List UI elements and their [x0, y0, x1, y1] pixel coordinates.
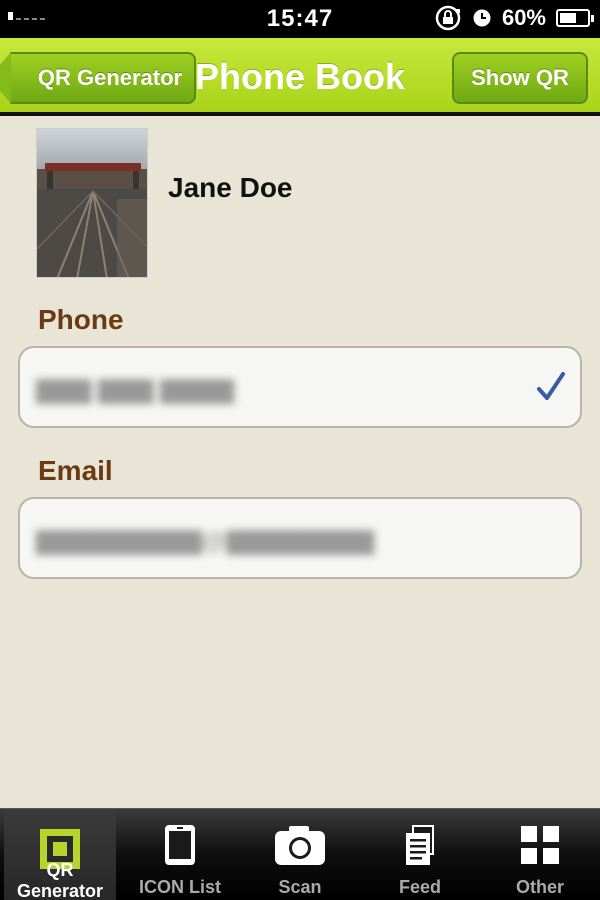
- email-label: Email: [38, 455, 113, 486]
- tab-icon-list[interactable]: ICON List: [120, 809, 240, 900]
- battery-icon: [556, 9, 594, 27]
- phone-label: Phone: [38, 304, 124, 335]
- phone-field[interactable]: ▇▇▇ ▇▇▇ ▇▇▇▇: [18, 346, 582, 428]
- navigation-bar: QR Generator Phone Book Show QR: [0, 38, 600, 116]
- tab-qr-generator[interactable]: QR Generator: [4, 813, 116, 900]
- documents-icon: [406, 825, 434, 865]
- status-bar: 15:47 60%: [0, 0, 600, 38]
- email-field[interactable]: ▇▇▇▇▇▇▇▇▇@▇▇▇▇▇▇▇▇: [18, 497, 582, 579]
- show-qr-button[interactable]: Show QR: [452, 52, 588, 104]
- show-qr-label: Show QR: [471, 65, 569, 90]
- battery-percent: 60%: [501, 5, 546, 30]
- checkmark-icon: [537, 372, 565, 400]
- alarm-icon: [473, 9, 491, 27]
- grid-icon: [521, 826, 559, 864]
- contact-photo: [36, 128, 148, 278]
- contact-name: Jane Doe: [168, 172, 293, 203]
- camera-icon: [275, 826, 325, 865]
- tab-label: QR Generator: [16, 860, 104, 900]
- tab-other[interactable]: Other: [480, 809, 600, 900]
- tablet-icon: [165, 825, 195, 865]
- tab-label: Feed: [398, 877, 441, 897]
- email-value: ▇▇▇▇▇▇▇▇▇@▇▇▇▇▇▇▇▇: [36, 528, 375, 555]
- tab-label: ICON List: [138, 877, 221, 897]
- tab-bar: QR Generator ICON List Scan Feed Other: [0, 808, 600, 900]
- status-time: 15:47: [266, 5, 334, 32]
- tab-feed[interactable]: Feed: [360, 809, 480, 900]
- tab-scan[interactable]: Scan: [240, 809, 360, 900]
- rotation-lock-icon: [435, 5, 461, 31]
- tab-label: Other: [515, 877, 564, 897]
- signal-icon: [8, 12, 45, 20]
- phone-value: ▇▇▇ ▇▇▇ ▇▇▇▇: [36, 377, 234, 404]
- tab-label: Scan: [278, 877, 322, 897]
